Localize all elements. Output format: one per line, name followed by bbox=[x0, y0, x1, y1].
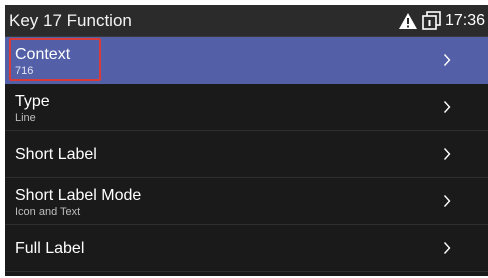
screen-title: Key 17 Function bbox=[9, 11, 132, 30]
status-indicators: 17:36 bbox=[398, 10, 485, 31]
menu-item-context[interactable]: Context 716 bbox=[5, 37, 488, 84]
chevron-right-icon bbox=[443, 148, 451, 160]
settings-menu: Context 716 Type Line Short Label Short … bbox=[5, 37, 488, 272]
menu-item-short-label-mode[interactable]: Short Label Mode Icon and Text bbox=[5, 178, 488, 225]
chevron-right-icon bbox=[443, 54, 451, 66]
menu-item-label: Type bbox=[15, 93, 50, 110]
menu-item-full-label[interactable]: Full Label bbox=[5, 225, 488, 272]
menu-item-value: Line bbox=[15, 112, 36, 124]
menu-item-short-label[interactable]: Short Label bbox=[5, 131, 488, 178]
menu-item-label: Context bbox=[15, 46, 71, 63]
menu-item-value: Icon and Text bbox=[15, 206, 81, 218]
clock: 17:36 bbox=[444, 11, 485, 29]
chevron-right-icon bbox=[443, 101, 451, 113]
chevron-right-icon bbox=[443, 195, 451, 207]
chevron-right-icon bbox=[443, 242, 451, 254]
menu-item-label: Full Label bbox=[15, 240, 85, 257]
menu-item-label: Short Label Mode bbox=[15, 187, 142, 204]
screenshot: Key 17 Function 17:36 Context 716 Type L… bbox=[0, 0, 488, 278]
menu-item-type[interactable]: Type Line bbox=[5, 84, 488, 131]
menu-item-label: Short Label bbox=[15, 146, 97, 163]
status-bar: Key 17 Function 17:36 bbox=[5, 5, 488, 37]
phone-display: Key 17 Function 17:36 Context 716 Type L… bbox=[5, 5, 488, 276]
message-icon bbox=[422, 11, 441, 30]
menu-item-value: 716 bbox=[15, 65, 34, 77]
warning-icon bbox=[398, 12, 418, 30]
